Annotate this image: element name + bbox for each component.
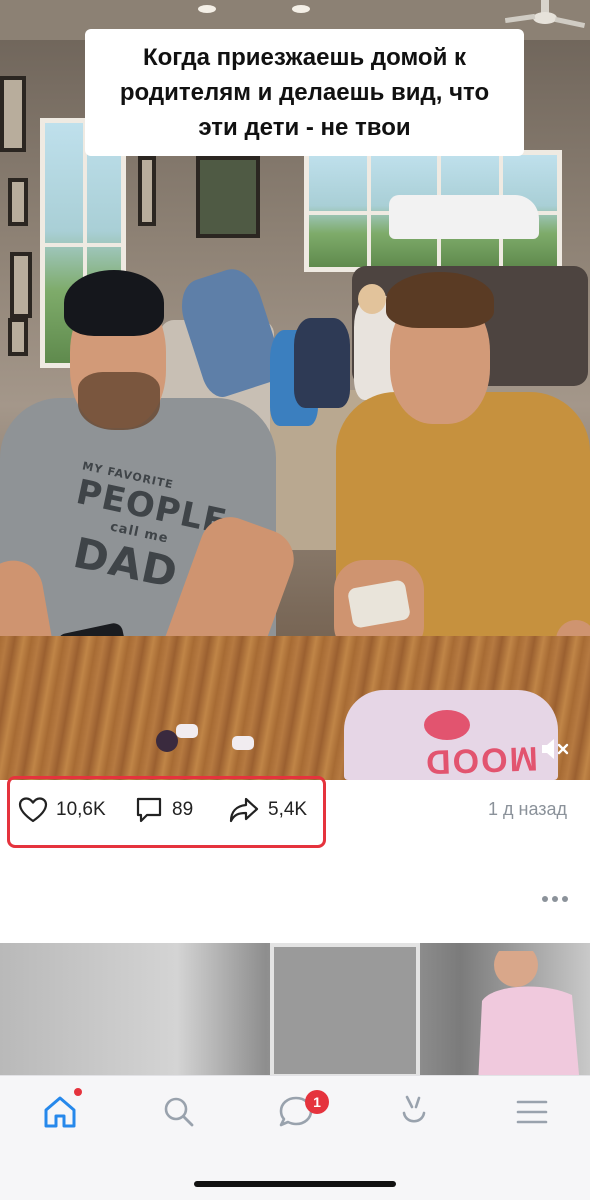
- wall-frame: [10, 252, 32, 318]
- post-timestamp: 1 д назад: [488, 799, 568, 819]
- wall-frame: [138, 156, 156, 226]
- next-post-preview[interactable]: [0, 943, 590, 1078]
- comment-icon: [136, 797, 162, 823]
- speaker-muted-icon[interactable]: [540, 736, 570, 762]
- lollipop: [156, 730, 178, 752]
- doorway: [270, 943, 420, 1078]
- home-notification-dot: [74, 1088, 82, 1096]
- search-icon: [164, 1097, 194, 1127]
- bag-text: MOOD: [423, 739, 539, 780]
- ceiling-light: [292, 5, 310, 13]
- menu-icon: [516, 1100, 548, 1124]
- bag-logo: [424, 710, 470, 740]
- post-video[interactable]: MY FAVORITE PEOPLE call me DAD MOOD Когд…: [0, 0, 590, 780]
- backwards-cap: [64, 270, 164, 336]
- ceiling-light: [198, 5, 216, 13]
- comment-button[interactable]: 89: [134, 792, 193, 828]
- home-icon: [44, 1096, 76, 1128]
- nav-home[interactable]: [40, 1092, 80, 1132]
- comment-count: 89: [172, 799, 194, 820]
- child-figure: [358, 284, 386, 314]
- nav-clips[interactable]: [394, 1092, 434, 1132]
- wall-frame: [196, 156, 260, 238]
- video-caption-text: Когда приезжаешь домой к родителям и дел…: [119, 44, 490, 141]
- messages-badge: 1: [305, 1090, 329, 1114]
- video-caption-box: Когда приезжаешь домой к родителям и дел…: [85, 29, 524, 156]
- candy-wrapper: [176, 724, 198, 738]
- child-figure: [294, 318, 350, 408]
- clips-icon: [402, 1095, 426, 1123]
- van: [389, 195, 539, 239]
- like-count: 10,6K: [56, 799, 106, 820]
- like-button[interactable]: 10,6K: [18, 792, 106, 828]
- wall-frame: [0, 76, 26, 152]
- nav-menu[interactable]: [512, 1092, 552, 1132]
- wall-frame: [8, 178, 28, 226]
- back-window: [304, 150, 562, 272]
- more-dots-icon[interactable]: [540, 890, 570, 908]
- nav-search[interactable]: [159, 1092, 199, 1132]
- share-button[interactable]: 5,4K: [228, 792, 307, 828]
- share-arrow-icon: [229, 797, 259, 823]
- candy-wrapper: [232, 736, 254, 750]
- home-indicator-bar: [194, 1181, 396, 1187]
- person-figure: [478, 951, 580, 1078]
- beard: [78, 372, 160, 430]
- share-count: 5,4K: [268, 799, 308, 820]
- wall-frame: [8, 318, 28, 356]
- hair: [386, 272, 494, 328]
- heart-icon: [18, 797, 48, 823]
